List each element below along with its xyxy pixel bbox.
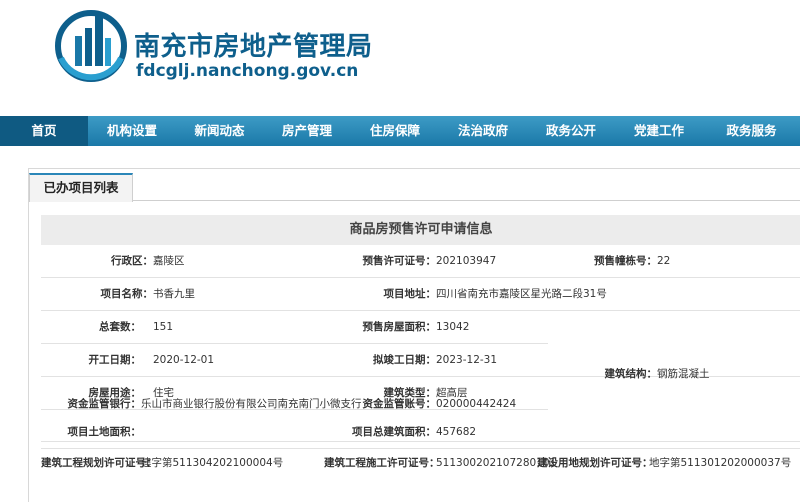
project-panel: 已办项目列表 商品房预售许可申请信息 行政区： 嘉陵区 预售许可证号： 2021…	[28, 168, 800, 502]
bldg-count-value: 22	[657, 255, 671, 267]
info-row: 建筑工程规划许可证号： 建字第511304202100004号 建筑工程施工许可…	[41, 447, 800, 479]
info-row: 项目名称： 书香九里 项目地址： 四川省南充市嘉陵区星光路二段31号	[41, 278, 800, 310]
units-value: 151	[153, 321, 174, 333]
bldg-count-label: 预售幢栋号：	[594, 255, 657, 267]
district-label: 行政区：	[111, 255, 153, 267]
address-label: 项目地址：	[383, 288, 437, 300]
total-area-value: 457682	[436, 426, 477, 438]
nav-item-property[interactable]: 房产管理	[263, 116, 351, 146]
units-label: 总套数：	[99, 321, 141, 333]
permit-no-label: 预售许可证号：	[362, 255, 437, 267]
nav-item-disclosure[interactable]: 政务公开	[527, 116, 615, 146]
site-title[interactable]: 南充市房地产管理局	[134, 26, 373, 63]
info-row: 项目土地面积： 项目总建筑面积： 457682	[41, 416, 800, 448]
land-permit-label: 建设用地规划许可证号：	[537, 457, 653, 469]
project-label: 项目名称：	[100, 288, 154, 300]
land-area-label: 项目土地面积：	[67, 426, 142, 438]
nav-item-law[interactable]: 法治政府	[439, 116, 527, 146]
presale-area-label: 预售房屋面积：	[362, 321, 437, 333]
nav-item-organization[interactable]: 机构设置	[88, 116, 176, 146]
main-nav: 首页 机构设置 新闻动态 房产管理 住房保障 法治政府 政务公开 党建工作 政务…	[0, 116, 800, 146]
structure-label: 建筑结构：	[604, 368, 658, 380]
site-header: 南充市房地产管理局 fdcglj.nanchong.gov.cn	[0, 0, 800, 116]
info-row: 总套数： 151 预售房屋面积： 13042	[41, 311, 548, 343]
address-value: 四川省南充市嘉陵区星光路二段31号	[436, 288, 607, 300]
structure-value: 钢筋混凝土	[657, 368, 710, 380]
nav-item-party[interactable]: 党建工作	[615, 116, 703, 146]
construct-permit-label: 建筑工程施工许可证号：	[324, 457, 440, 469]
plan-permit-value: 建字第511304202100004号	[141, 457, 284, 469]
site-url[interactable]: fdcglj.nanchong.gov.cn	[136, 61, 358, 81]
nav-item-service[interactable]: 政务服务	[703, 116, 800, 146]
total-area-label: 项目总建筑面积：	[352, 426, 436, 438]
tab-bar: 已办项目列表	[29, 169, 800, 202]
project-value: 书香九里	[153, 288, 195, 300]
info-row: 行政区： 嘉陵区 预售许可证号： 202103947 预售幢栋号： 22	[41, 245, 800, 277]
nav-item-housing[interactable]: 住房保障	[351, 116, 439, 146]
nav-item-news[interactable]: 新闻动态	[176, 116, 263, 146]
nav-item-home[interactable]: 首页	[0, 116, 88, 146]
district-value: 嘉陵区	[153, 255, 185, 267]
tab-completed-projects[interactable]: 已办项目列表	[29, 173, 133, 202]
site-logo-icon[interactable]	[55, 8, 127, 82]
plan-permit-label: 建筑工程规划许可证号：	[41, 457, 157, 469]
presale-area-value: 13042	[436, 321, 470, 333]
land-permit-value: 地字第511301202000037号	[649, 457, 792, 469]
permit-no-value: 202103947	[436, 255, 497, 267]
info-title: 商品房预售许可申请信息	[41, 215, 800, 245]
